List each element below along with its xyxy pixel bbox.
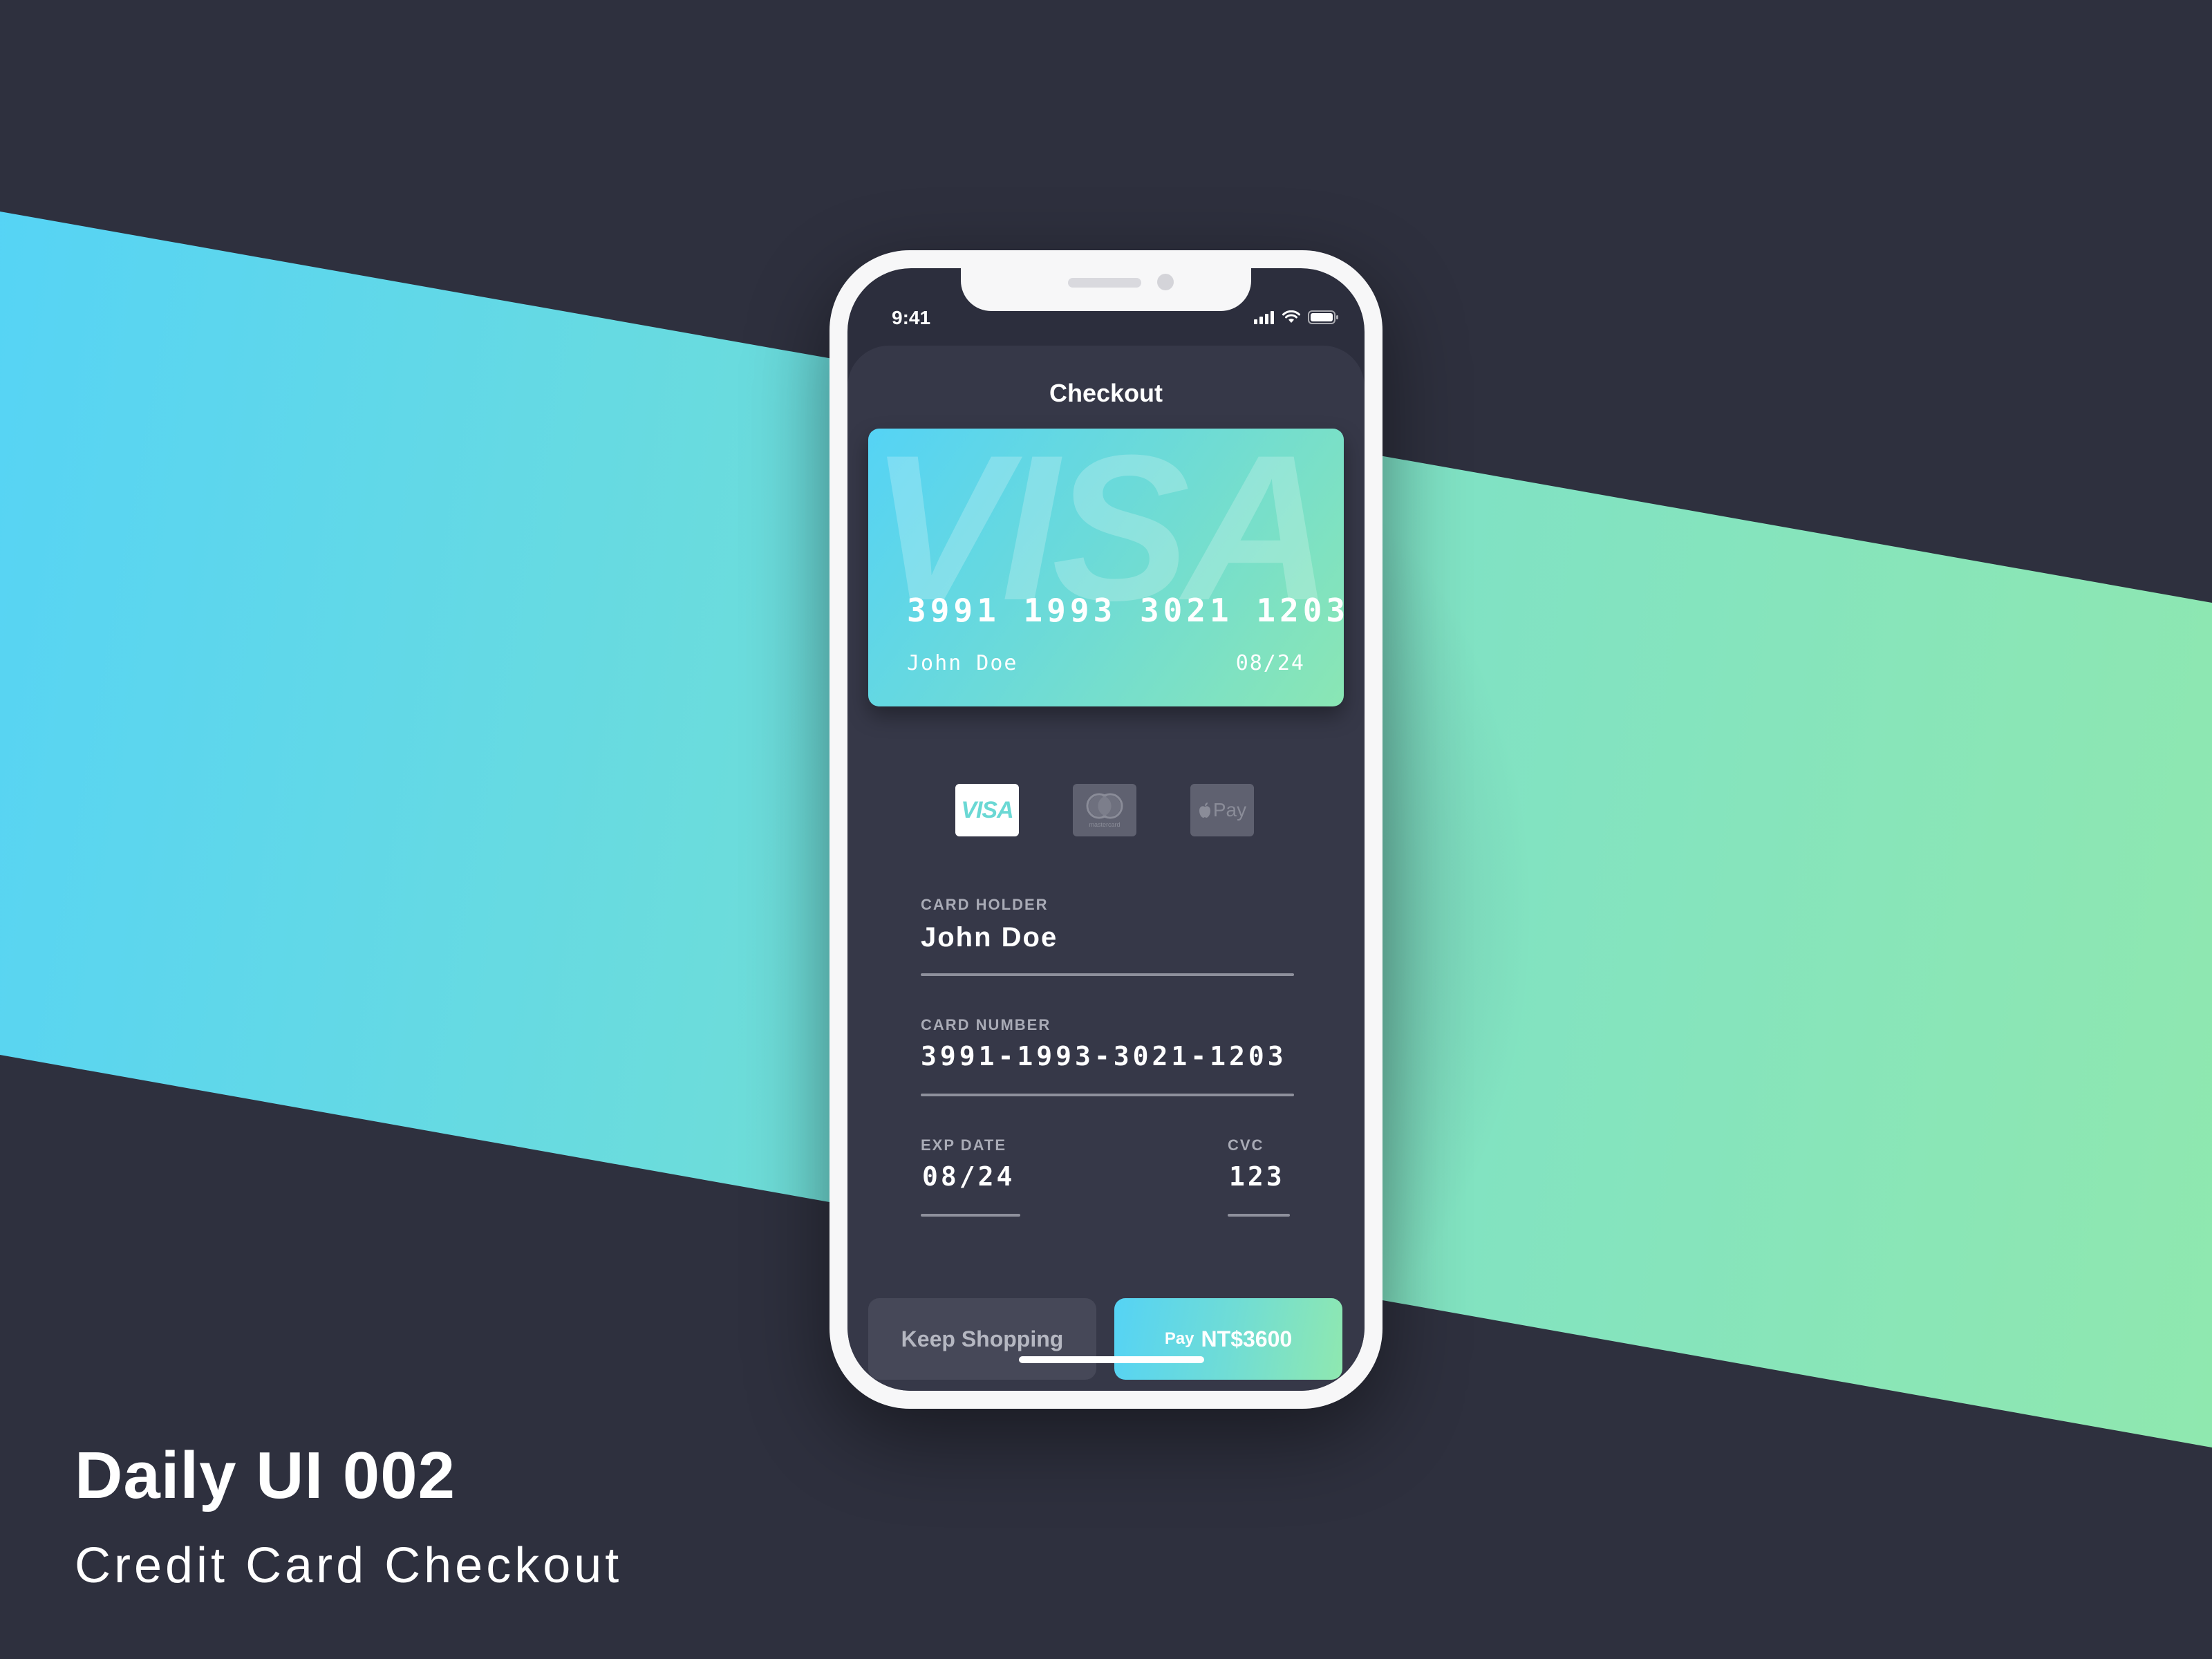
cvc-underline xyxy=(1228,1214,1290,1217)
keep-shopping-button[interactable]: Keep Shopping xyxy=(868,1298,1096,1380)
card-number-underline xyxy=(921,1094,1294,1096)
cvc-input[interactable]: 123 xyxy=(1229,1161,1285,1192)
card-preview-holder: John Doe xyxy=(907,651,1018,675)
card-preview-number: 3991 1993 3021 1203 xyxy=(907,592,1344,629)
mastercard-wordmark: mastercard xyxy=(1089,821,1121,828)
card-number-input[interactable]: 3991-1993-3021-1203 xyxy=(921,1041,1287,1071)
card-number-label: CARD NUMBER xyxy=(921,1016,1051,1033)
wifi-icon xyxy=(1282,310,1300,323)
card-holder-label: CARD HOLDER xyxy=(921,896,1049,913)
background-stage: Daily UI 002 Credit Card Checkout 9:41 C… xyxy=(0,0,2212,1659)
phone-notch xyxy=(961,268,1251,311)
checkout-sheet: Checkout VISA 3991 1993 3021 1203 John D… xyxy=(847,346,1365,1391)
pay-button-amount: NT$3600 xyxy=(1201,1326,1293,1351)
caption-subtitle: Credit Card Checkout xyxy=(75,1538,623,1593)
payment-method-mastercard[interactable]: mastercard xyxy=(1073,784,1136,836)
exp-date-input[interactable]: 08/24 xyxy=(922,1161,1015,1192)
phone-screen: 9:41 Checkout VISA 3991 1993 3021 1203 J… xyxy=(847,268,1365,1391)
page-title: Checkout xyxy=(1049,379,1163,407)
exp-date-label: EXP DATE xyxy=(921,1136,1006,1154)
signal-icon xyxy=(1254,311,1274,324)
speaker-grille xyxy=(1068,278,1141,288)
card-holder-underline xyxy=(921,973,1294,976)
visa-logo-icon: VISA xyxy=(961,796,1013,823)
caption-title: Daily UI 002 xyxy=(75,1438,456,1512)
pay-button[interactable]: Pay NT$3600 xyxy=(1114,1298,1342,1380)
front-camera xyxy=(1157,274,1174,290)
payment-method-selector: VISA mastercard Pay xyxy=(847,784,1365,836)
status-time: 9:41 xyxy=(892,307,931,328)
battery-icon xyxy=(1308,310,1338,324)
mastercard-logo-icon xyxy=(1086,793,1123,819)
payment-method-visa[interactable]: VISA xyxy=(955,784,1019,836)
exp-date-underline xyxy=(921,1214,1020,1217)
status-icons xyxy=(1254,307,1340,328)
cvc-label: CVC xyxy=(1228,1136,1264,1154)
card-holder-input[interactable]: John Doe xyxy=(921,922,1058,953)
home-indicator[interactable] xyxy=(1019,1356,1204,1363)
payment-method-apple-pay[interactable]: Pay xyxy=(1190,784,1254,836)
credit-card-preview: VISA 3991 1993 3021 1203 John Doe 08/24 xyxy=(868,429,1344,706)
card-preview-expiry: 08/24 xyxy=(1235,651,1305,675)
pay-button-prefix: Pay xyxy=(1164,1329,1194,1348)
apple-logo-icon xyxy=(1199,803,1210,818)
phone-frame: 9:41 Checkout VISA 3991 1993 3021 1203 J… xyxy=(830,250,1382,1409)
apple-pay-label: Pay xyxy=(1212,799,1247,821)
